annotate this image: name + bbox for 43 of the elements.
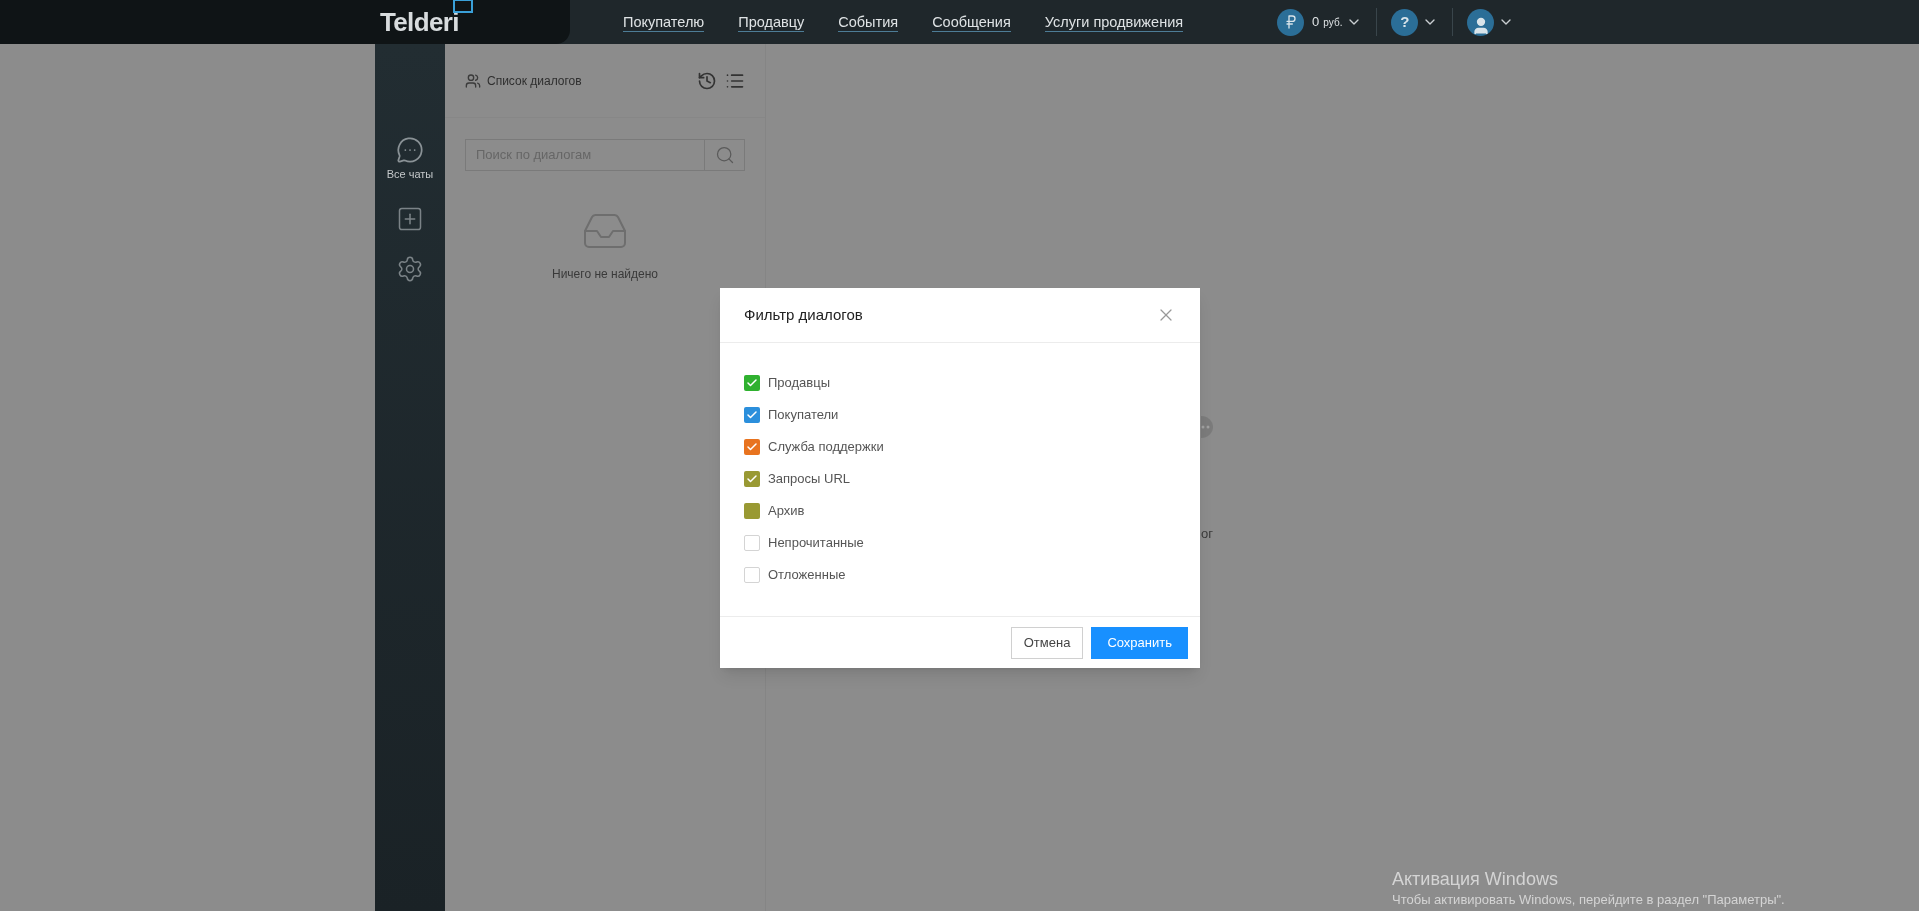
check-icon <box>746 441 758 453</box>
checkbox-label[interactable]: Запросы URL <box>768 469 851 489</box>
hint-text: ог <box>1201 525 1213 543</box>
checkbox-label[interactable]: Служба поддержки <box>768 437 884 457</box>
check-icon <box>746 409 758 421</box>
check-icon <box>746 473 758 485</box>
search-icon[interactable] <box>714 145 735 165</box>
check-icon <box>746 377 758 389</box>
cancel-button[interactable]: Отмена <box>1010 626 1084 659</box>
nav-link[interactable]: События <box>838 12 899 32</box>
checkbox[interactable] <box>744 407 760 423</box>
panel-title: Список диалогов <box>487 72 582 90</box>
nav-link[interactable]: Покупателю <box>623 12 705 32</box>
checkbox-label[interactable]: Архив <box>768 501 805 521</box>
checkbox-label[interactable]: Непрочитанные <box>768 533 864 553</box>
nav-link[interactable]: Сообщения <box>932 12 1011 32</box>
activation-text: Чтобы активировать Windows, перейдите в раздел "Параметры". <box>1392 891 1785 909</box>
logo[interactable]: Telderi <box>380 6 459 37</box>
sidebar-label[interactable]: Все чаты <box>386 166 434 183</box>
checkbox[interactable] <box>744 471 760 487</box>
checkbox-label[interactable]: Отложенные <box>768 565 846 585</box>
help-button[interactable]: ? <box>1391 8 1419 36</box>
dialog-title: Фильтр диалогов <box>744 304 863 325</box>
typing-bubble-icon <box>1201 416 1213 438</box>
checkbox-label[interactable]: Покупатели <box>768 405 839 425</box>
checkbox[interactable] <box>744 535 760 551</box>
checkbox[interactable] <box>744 439 760 455</box>
activation-title: Активация Windows <box>1392 868 1559 890</box>
checkbox[interactable] <box>744 375 760 391</box>
balance-currency[interactable]: руб. <box>1323 14 1343 30</box>
empty-message: Ничего не найдено <box>552 266 658 283</box>
nav-link[interactable]: Услуги продвижения <box>1044 12 1184 32</box>
checkbox[interactable] <box>744 503 760 519</box>
checkbox-label[interactable]: Продавцы <box>768 373 831 393</box>
balance-amount[interactable]: 0 <box>1312 12 1320 32</box>
nav-link[interactable]: Продавцу <box>738 12 805 32</box>
users-icon <box>465 72 481 89</box>
user-avatar-icon[interactable] <box>1467 8 1495 36</box>
settings-icon[interactable] <box>396 254 424 283</box>
ruble-icon[interactable] <box>1277 8 1305 36</box>
checkbox[interactable] <box>744 567 760 583</box>
chat-bubbles-icon[interactable] <box>396 136 424 164</box>
history-icon[interactable] <box>697 70 717 91</box>
